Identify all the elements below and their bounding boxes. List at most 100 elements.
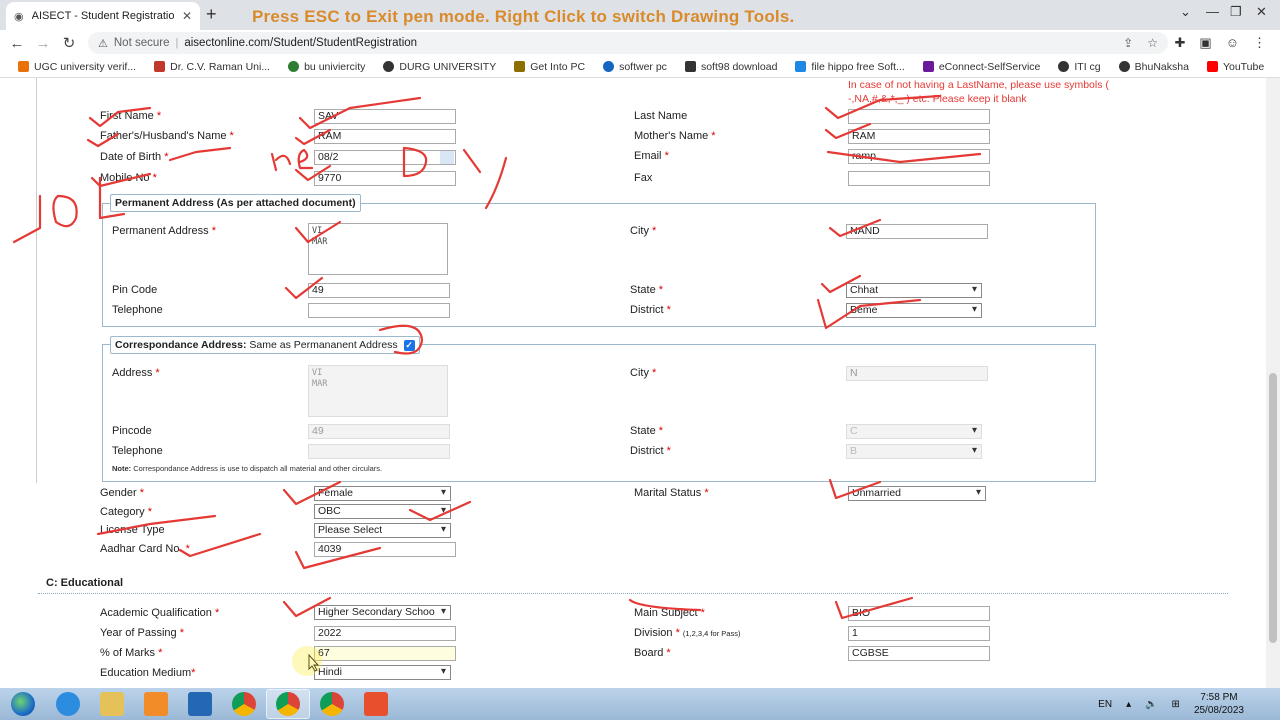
network-icon[interactable]: ⊞ (1172, 699, 1180, 710)
telephone-input[interactable] (308, 303, 450, 318)
bookmark-item[interactable]: UGC university verif... (10, 61, 144, 73)
star-icon[interactable]: ☆ (1147, 36, 1158, 50)
corr-address-textarea[interactable]: VI MAR (308, 365, 448, 417)
bookmark-item[interactable]: DURG UNIVERSITY (375, 61, 504, 73)
taskbar-app-c[interactable] (354, 689, 398, 719)
same-address-checkbox[interactable]: ✓ (403, 339, 415, 351)
bookmark-item[interactable]: Get Into PC (506, 61, 593, 73)
reload-icon[interactable]: ↻ (56, 34, 82, 52)
taskbar-ie[interactable] (46, 689, 90, 719)
bookmark-item[interactable]: eConnect-SelfService (915, 61, 1049, 73)
corr-district-select[interactable]: B (846, 444, 982, 459)
lastname-notice: In case of not having a LastName, please… (848, 79, 1109, 105)
extensions-icon[interactable]: ✚ (1175, 35, 1186, 51)
year-of-passing-input[interactable]: 2022 (314, 626, 456, 641)
main-subject-label: Main Subject * (634, 607, 705, 619)
corr-telephone-input[interactable] (308, 444, 450, 459)
speaker-icon[interactable]: 🔈 (1145, 699, 1157, 710)
permanent-address-textarea[interactable]: VI MAR (308, 223, 448, 275)
dob-input[interactable]: 08/2 (314, 150, 456, 165)
tab-close-icon[interactable]: ✕ (182, 9, 192, 23)
chevron-down-icon[interactable]: ⌄ (1180, 4, 1191, 20)
category-label: Category * (100, 506, 152, 518)
share-icon[interactable]: ⇪ (1123, 36, 1133, 50)
city-input[interactable]: NAND (846, 224, 988, 239)
district-select[interactable]: Beme (846, 303, 982, 318)
taskbar-pen-tool[interactable] (178, 689, 222, 719)
correspondance-address-fieldset (102, 344, 1096, 482)
bookmark-item[interactable]: soft98 download (677, 61, 785, 73)
url-text[interactable]: aisectonline.com/Student/StudentRegistra… (184, 37, 417, 49)
clock[interactable]: 7:58 PM 25/08/2023 (1194, 691, 1244, 717)
corr-address-label: Address * (112, 367, 160, 379)
corr-pincode-input[interactable]: 49 (308, 424, 450, 439)
language-indicator[interactable]: EN (1098, 699, 1112, 710)
state-select[interactable]: Chhat (846, 283, 982, 298)
bookmark-item[interactable]: file hippo free Soft... (787, 61, 912, 73)
father-name-input[interactable]: RAM (314, 129, 456, 144)
first-name-input[interactable]: SAV (314, 109, 456, 124)
mobile-input[interactable]: 9770 (314, 171, 456, 186)
restore-icon[interactable]: ❐ (1230, 4, 1242, 20)
main-subject-input[interactable]: BIO (848, 606, 990, 621)
fax-input[interactable] (848, 171, 990, 186)
gender-select[interactable]: Female (314, 486, 451, 501)
permanent-address-legend: Permanent Address (As per attached docum… (110, 194, 361, 212)
folder-icon (100, 692, 124, 716)
education-medium-select[interactable]: Hindi (314, 665, 451, 680)
marital-status-select[interactable]: Unmarried (848, 486, 986, 501)
bookmark-item[interactable]: Dr. C.V. Raman Uni... (146, 61, 278, 73)
last-name-input[interactable] (848, 109, 990, 124)
permanent-address-label: Permanent Address * (112, 225, 216, 237)
minimize-icon[interactable]: — (1206, 4, 1219, 19)
bookmark-item[interactable]: BhuNaksha (1111, 61, 1197, 73)
side-panel-icon[interactable]: ▣ (1199, 35, 1211, 51)
close-window-icon[interactable]: ✕ (1256, 4, 1267, 20)
aadhar-input[interactable]: 4039 (314, 542, 456, 557)
bookmark-item[interactable]: bu univiercity (280, 61, 373, 73)
taskbar-chrome-active[interactable] (266, 689, 310, 719)
new-tab-button[interactable]: + (206, 4, 217, 25)
globe-icon (1118, 61, 1130, 72)
profile-avatar-icon[interactable]: ☺ (1226, 35, 1239, 51)
state-label: State * (630, 284, 664, 296)
mother-name-input[interactable]: RAM (848, 129, 990, 144)
correspondance-address-legend: Correspondance Address: Same as Permanan… (110, 336, 420, 354)
scrollbar-thumb[interactable] (1269, 373, 1277, 643)
marks-input[interactable]: 67 (314, 646, 456, 661)
corr-state-select[interactable]: C (846, 424, 982, 439)
warning-icon[interactable]: ⚠ (98, 37, 108, 50)
taskbar-explorer[interactable] (90, 689, 134, 719)
bookmark-item[interactable]: ITI cg (1050, 61, 1108, 73)
forward-arrow-icon[interactable]: → (30, 35, 56, 52)
tray-arrow-icon[interactable]: ▴ (1126, 699, 1131, 710)
year-of-passing-label: Year of Passing * (100, 627, 184, 639)
bookmark-item[interactable]: softwer pc (595, 61, 675, 73)
division-input[interactable]: 1 (848, 626, 990, 641)
tab-title: AISECT - Student Registration (31, 10, 174, 22)
corr-city-input[interactable]: N (846, 366, 988, 381)
url-bar[interactable]: ⚠ Not secure | aisectonline.com/Student/… (88, 32, 1168, 54)
back-arrow-icon[interactable]: ← (4, 35, 30, 52)
scrawl-y (462, 148, 508, 210)
email-input[interactable]: ramp (848, 149, 990, 164)
registration-page: In case of not having a LastName, please… (0, 78, 1266, 688)
correspondance-note: Note: Correspondance Address is use to d… (112, 464, 383, 473)
taskbar-chrome[interactable] (222, 689, 266, 719)
license-type-select[interactable]: Please Select (314, 523, 451, 538)
browser-tab[interactable]: ◉ AISECT - Student Registration ✕ (6, 2, 200, 30)
city-label: City * (630, 225, 657, 237)
page-scrollbar[interactable] (1266, 78, 1280, 688)
category-select[interactable]: OBC (314, 504, 451, 519)
taskbar-chrome-alt[interactable] (310, 689, 354, 719)
taskbar-media[interactable] (134, 689, 178, 719)
pin-code-input[interactable]: 49 (308, 283, 450, 298)
qualification-select[interactable]: Higher Secondary Schoo (314, 605, 451, 620)
chrome-icon (276, 692, 300, 716)
email-label: Email * (634, 150, 669, 162)
board-input[interactable]: CGBSE (848, 646, 990, 661)
menu-kebab-icon[interactable]: ⋮ (1253, 35, 1266, 51)
start-button[interactable] (0, 689, 46, 719)
bookmark-item[interactable]: YouTube (1199, 61, 1272, 73)
calendar-icon[interactable] (440, 151, 454, 164)
